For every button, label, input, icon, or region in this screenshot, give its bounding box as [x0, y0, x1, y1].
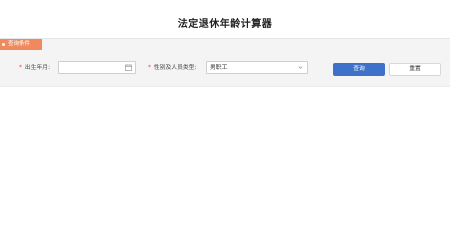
reset-button[interactable]: 重置: [389, 63, 441, 76]
person-type-label-text: 性别及人员类型:: [153, 65, 197, 71]
person-type-selected: 男职工: [210, 65, 228, 71]
birth-date-label-text: 出生年月:: [24, 65, 51, 71]
required-mark: *: [19, 65, 22, 71]
query-conditions-tag: 查询条件: [0, 39, 42, 50]
person-type-select[interactable]: 男职工: [206, 61, 308, 74]
tag-dot-icon: [2, 43, 5, 46]
page-title: 法定退休年龄计算器: [177, 19, 273, 30]
person-type-label: * 性别及人员类型:: [148, 64, 196, 72]
birth-date-input[interactable]: [58, 61, 136, 74]
query-conditions-label: 查询条件: [8, 41, 31, 47]
query-button[interactable]: 查询: [333, 63, 385, 76]
calendar-icon[interactable]: [125, 64, 132, 71]
chevron-down-icon: [298, 66, 303, 69]
required-mark: *: [148, 65, 151, 71]
birth-date-label: * 出生年月:: [19, 64, 50, 72]
